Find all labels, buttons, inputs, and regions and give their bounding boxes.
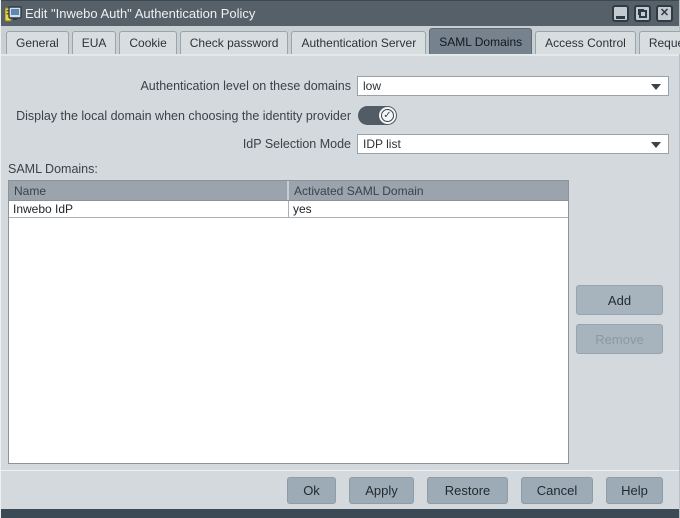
minimize-button[interactable] [612, 5, 629, 22]
auth-level-label: Authentication level on these domains [1, 76, 351, 96]
display-local-domain-toggle[interactable]: ✓ [358, 106, 397, 125]
idp-selection-mode-select[interactable]: IDP list [357, 134, 669, 154]
window-title: Edit "Inwebo Auth" Authentication Policy [25, 6, 612, 21]
table-row[interactable]: Inwebo IdP yes [9, 201, 568, 218]
auth-level-value: low [363, 79, 381, 93]
tab-bar: General EUA Cookie Check password Authen… [1, 26, 679, 56]
tab-cookie[interactable]: Cookie [119, 31, 176, 54]
chevron-down-icon [651, 84, 661, 90]
column-header-name: Name [9, 181, 289, 200]
apply-button[interactable]: Apply [349, 477, 414, 504]
help-button[interactable]: Help [606, 477, 663, 504]
ok-button[interactable]: Ok [287, 477, 336, 504]
saml-domains-table: Name Activated SAML Domain Inwebo IdP ye… [8, 180, 569, 464]
cancel-button[interactable]: Cancel [521, 477, 593, 504]
tab-eua[interactable]: EUA [72, 31, 117, 54]
dialog-window: Edit "Inwebo Auth" Authentication Policy… [0, 0, 680, 518]
cell-name: Inwebo IdP [9, 201, 289, 217]
restore-button[interactable]: Restore [427, 477, 508, 504]
tab-authentication-server[interactable]: Authentication Server [291, 31, 426, 54]
tab-access-control[interactable]: Access Control [535, 31, 636, 54]
table-header-row: Name Activated SAML Domain [9, 181, 568, 201]
maximize-button[interactable] [634, 5, 651, 22]
tab-check-password[interactable]: Check password [180, 31, 289, 54]
display-local-domain-label: Display the local domain when choosing t… [1, 106, 351, 126]
maximize-icon [639, 10, 647, 18]
cell-activated: yes [289, 201, 568, 217]
column-header-activated: Activated SAML Domain [289, 181, 568, 200]
idp-selection-mode-value: IDP list [363, 137, 401, 151]
auth-level-select[interactable]: low [357, 76, 669, 96]
add-button[interactable]: Add [576, 285, 663, 315]
minimize-icon [616, 16, 625, 19]
tab-saml-domains[interactable]: SAML Domains [429, 28, 532, 54]
window-bottom-edge [1, 509, 679, 518]
idp-selection-mode-label: IdP Selection Mode [1, 134, 351, 154]
footer: Ok Apply Restore Cancel Help [1, 470, 679, 518]
toggle-knob: ✓ [379, 107, 396, 124]
saml-domains-panel: Authentication level on these domains lo… [1, 56, 679, 470]
remove-button[interactable]: Remove [576, 324, 663, 354]
check-icon: ✓ [381, 109, 394, 122]
tab-request-manager[interactable]: Request Manager [639, 31, 680, 54]
close-button[interactable]: ✕ [656, 5, 673, 22]
tab-general[interactable]: General [6, 31, 69, 54]
title-bar[interactable]: Edit "Inwebo Auth" Authentication Policy… [1, 0, 679, 26]
close-icon: ✕ [660, 8, 669, 19]
chevron-down-icon [651, 142, 661, 148]
saml-domains-table-label: SAML Domains: [8, 162, 98, 176]
app-icon [5, 6, 22, 22]
